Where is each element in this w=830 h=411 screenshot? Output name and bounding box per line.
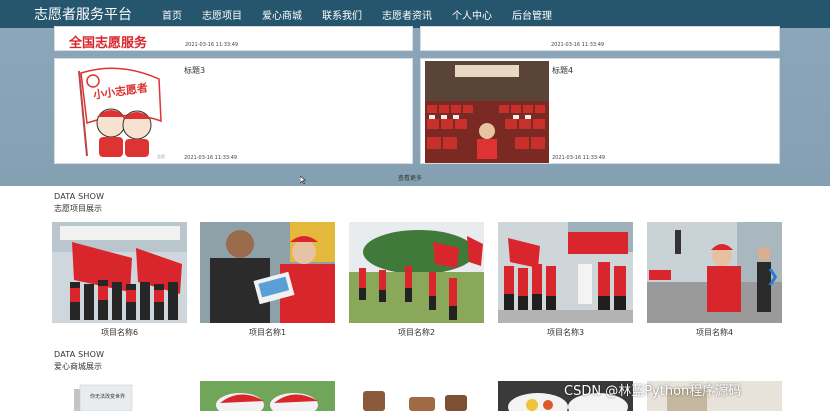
news-time: 2021-03-16 11:33:49 xyxy=(185,42,239,48)
nav-projects[interactable]: 志愿项目 xyxy=(202,7,242,22)
news-image-3: 志愿 小小志愿者 xyxy=(59,61,179,163)
project-card[interactable]: 项目名称6 xyxy=(52,222,187,338)
carousel-next-arrow-icon[interactable]: ❯ xyxy=(766,266,779,285)
news-band: 全国志愿服务 2021-03-16 11:33:49 2021-03-16 11… xyxy=(0,26,830,186)
project-image xyxy=(498,222,633,323)
shoes-product-image xyxy=(200,381,335,411)
project-image xyxy=(349,222,484,323)
food-product-image xyxy=(349,381,484,411)
nav-contact[interactable]: 联系我们 xyxy=(322,7,362,22)
project-card[interactable]: 项目名称4 xyxy=(647,222,782,338)
news-time: 2021-03-16 11:33:49 xyxy=(552,155,606,161)
news-banner-text: 全国志愿服务 xyxy=(69,36,148,51)
news-time: 2021-03-16 11:33:49 xyxy=(551,42,605,48)
news-card-top-left[interactable]: 全国志愿服务 2021-03-16 11:33:49 xyxy=(54,26,413,51)
shop-item[interactable]: 你无法改变世界 xyxy=(52,381,187,411)
projects-section-heading: DATA SHOW 志愿项目展示 xyxy=(54,192,104,214)
auditorium-photo xyxy=(425,61,549,163)
news-image-4 xyxy=(425,61,549,163)
project-card[interactable]: 项目名称3 xyxy=(498,222,633,338)
project-name[interactable]: 项目名称4 xyxy=(647,327,782,338)
project-image xyxy=(52,222,187,323)
volunteer-kids-illustration: 志愿 xyxy=(78,67,165,159)
section-title-cn: 志愿项目展示 xyxy=(54,204,102,213)
project-name[interactable]: 项目名称1 xyxy=(200,327,335,338)
site-brand[interactable]: 志愿者服务平台 xyxy=(0,4,162,24)
project-image xyxy=(200,222,335,323)
news-title[interactable]: 标题4 xyxy=(552,65,573,76)
svg-text:志愿: 志愿 xyxy=(157,153,165,159)
project-image xyxy=(647,222,782,323)
shop-item[interactable] xyxy=(200,381,335,411)
section-title-cn: 爱心商城展示 xyxy=(54,362,102,371)
news-card-3[interactable]: 志愿 小小志愿者 标题3 2021-03-16 11:33:49 xyxy=(54,58,413,164)
mouse-cursor-icon xyxy=(300,176,306,184)
nav-profile[interactable]: 个人中心 xyxy=(452,7,492,22)
news-card-4[interactable]: 标题4 2021-03-16 11:33:49 xyxy=(420,58,780,164)
book-title: 你无法改变世界 xyxy=(90,394,126,400)
view-more-link[interactable]: 查看更多 xyxy=(398,173,422,182)
project-name[interactable]: 项目名称2 xyxy=(349,327,484,338)
csdn-watermark: CSDN @林蓝Python程序源码 xyxy=(564,384,742,399)
news-time: 2021-03-16 11:33:49 xyxy=(184,155,238,161)
news-card-top-right[interactable]: 2021-03-16 11:33:49 xyxy=(420,26,780,51)
project-card[interactable]: 项目名称2 xyxy=(349,222,484,338)
section-title-en: DATA SHOW xyxy=(54,192,105,201)
project-name[interactable]: 项目名称6 xyxy=(52,327,187,338)
news-title[interactable]: 标题3 xyxy=(184,65,205,76)
top-navbar: 志愿者服务平台 首页 志愿项目 爱心商城 联系我们 志愿者资讯 个人中心 后台管… xyxy=(0,0,830,28)
shop-item[interactable] xyxy=(349,381,484,411)
project-name[interactable]: 项目名称3 xyxy=(498,327,633,338)
section-title-en: DATA SHOW xyxy=(54,350,105,359)
nav-shop[interactable]: 爱心商城 xyxy=(262,7,302,22)
nav-admin[interactable]: 后台管理 xyxy=(512,7,552,22)
project-card[interactable]: 项目名称1 xyxy=(200,222,335,338)
nav-news[interactable]: 志愿者资讯 xyxy=(382,7,432,22)
main-nav: 首页 志愿项目 爱心商城 联系我们 志愿者资讯 个人中心 后台管理 xyxy=(162,0,572,28)
shop-section-heading: DATA SHOW 爱心商城展示 xyxy=(54,350,104,372)
nav-home[interactable]: 首页 xyxy=(162,7,182,22)
